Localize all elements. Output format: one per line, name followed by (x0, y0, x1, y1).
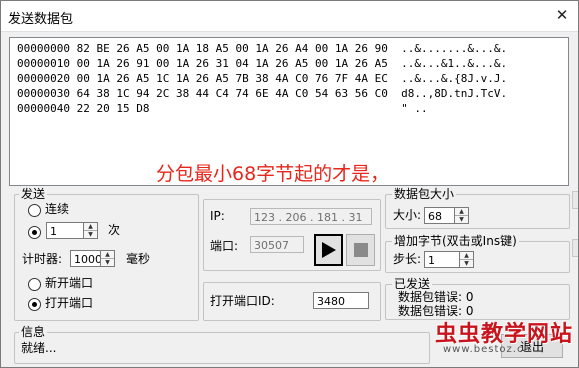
packet-size-spinner[interactable]: ▲ ▼ (454, 207, 469, 224)
close-button[interactable]: ✕ (550, 4, 574, 26)
stop-button[interactable] (346, 234, 375, 266)
packet-size-input[interactable]: 68 (424, 207, 455, 224)
count-spinner[interactable]: ▲ ▼ (83, 222, 98, 239)
new-port-radio[interactable] (28, 278, 41, 291)
timer-spinner[interactable]: ▲ ▼ (100, 250, 115, 267)
hex-line: 00000010 00 1A 26 91 00 1A 26 31 04 1A 2… (17, 57, 508, 70)
spin-up-icon[interactable]: ▲ (455, 208, 468, 216)
edge-tab (572, 239, 578, 257)
spin-down-icon[interactable]: ▼ (84, 231, 97, 238)
spin-down-icon[interactable]: ▼ (101, 259, 114, 266)
open-port-radio[interactable] (28, 298, 41, 311)
count-input[interactable]: 1 (46, 222, 84, 239)
timer-unit-label: 毫秒 (126, 252, 151, 266)
send-packet-dialog: 发送数据包 ✕ 00000000 82 BE 26 A5 00 1A 18 A5… (0, 0, 579, 368)
packet-size-label: 大小: (393, 208, 422, 222)
add-bytes-group-label: 增加字节(双击或Ins键) (392, 234, 519, 248)
new-port-label: 新开端口 (45, 276, 94, 290)
spin-up-icon[interactable]: ▲ (460, 252, 473, 260)
watermark: 虫虫教学网站 www.bestoz.cn (433, 316, 578, 366)
open-port-id-input[interactable]: 3480 (313, 292, 369, 309)
edge-tab (572, 191, 578, 209)
info-group (14, 332, 430, 364)
hex-line: 00000020 00 1A 26 A5 1C 1A 26 A5 7B 38 4… (17, 72, 508, 85)
step-spinner[interactable]: ▲ ▼ (459, 251, 474, 268)
stop-icon (353, 243, 368, 257)
continuous-radio[interactable] (28, 204, 41, 217)
hex-line: 00000030 64 38 1C 94 2C 38 44 C4 74 6E 4… (17, 87, 508, 100)
open-port-label: 打开端口 (45, 296, 94, 310)
status-text: 就绪... (21, 341, 57, 355)
close-icon: ✕ (555, 6, 569, 24)
step-label: 步长: (393, 252, 422, 266)
hex-line: 00000000 82 BE 26 A5 00 1A 18 A5 00 1A 2… (17, 42, 508, 55)
continuous-label: 连续 (45, 202, 70, 216)
spin-up-icon[interactable]: ▲ (84, 223, 97, 231)
hex-line: 00000040 22 20 15 D8 " .. (17, 102, 428, 115)
timer-label: 计时器: (22, 252, 63, 266)
port-label: 端口: (210, 239, 239, 253)
spin-up-icon[interactable]: ▲ (101, 251, 114, 259)
play-icon (321, 242, 336, 258)
red-annotation-text: 分包最小68字节起的才是， (156, 163, 390, 185)
ip-label: IP: (210, 209, 225, 223)
spin-down-icon[interactable]: ▼ (455, 216, 468, 223)
play-button[interactable] (314, 234, 343, 266)
open-port-id-label: 打开端口ID: (210, 294, 275, 308)
ip-address-input[interactable]: 123 . 206 . 181 . 31 (250, 208, 372, 225)
window-title: 发送数据包 (8, 12, 74, 27)
watermark-url: www.bestoz.cn (443, 344, 531, 355)
info-group-label: 信息 (19, 325, 48, 339)
title-bar: 发送数据包 ✕ (1, 1, 578, 32)
packet-size-group-label: 数据包大小 (392, 187, 457, 201)
step-input[interactable]: 1 (424, 251, 460, 268)
port-input[interactable]: 30507 (250, 236, 304, 253)
spin-down-icon[interactable]: ▼ (460, 260, 473, 267)
count-unit-label: 次 (108, 223, 121, 237)
count-radio[interactable] (28, 226, 41, 239)
send-group-label: 发送 (19, 187, 48, 201)
timer-input[interactable]: 1000 (70, 250, 101, 267)
